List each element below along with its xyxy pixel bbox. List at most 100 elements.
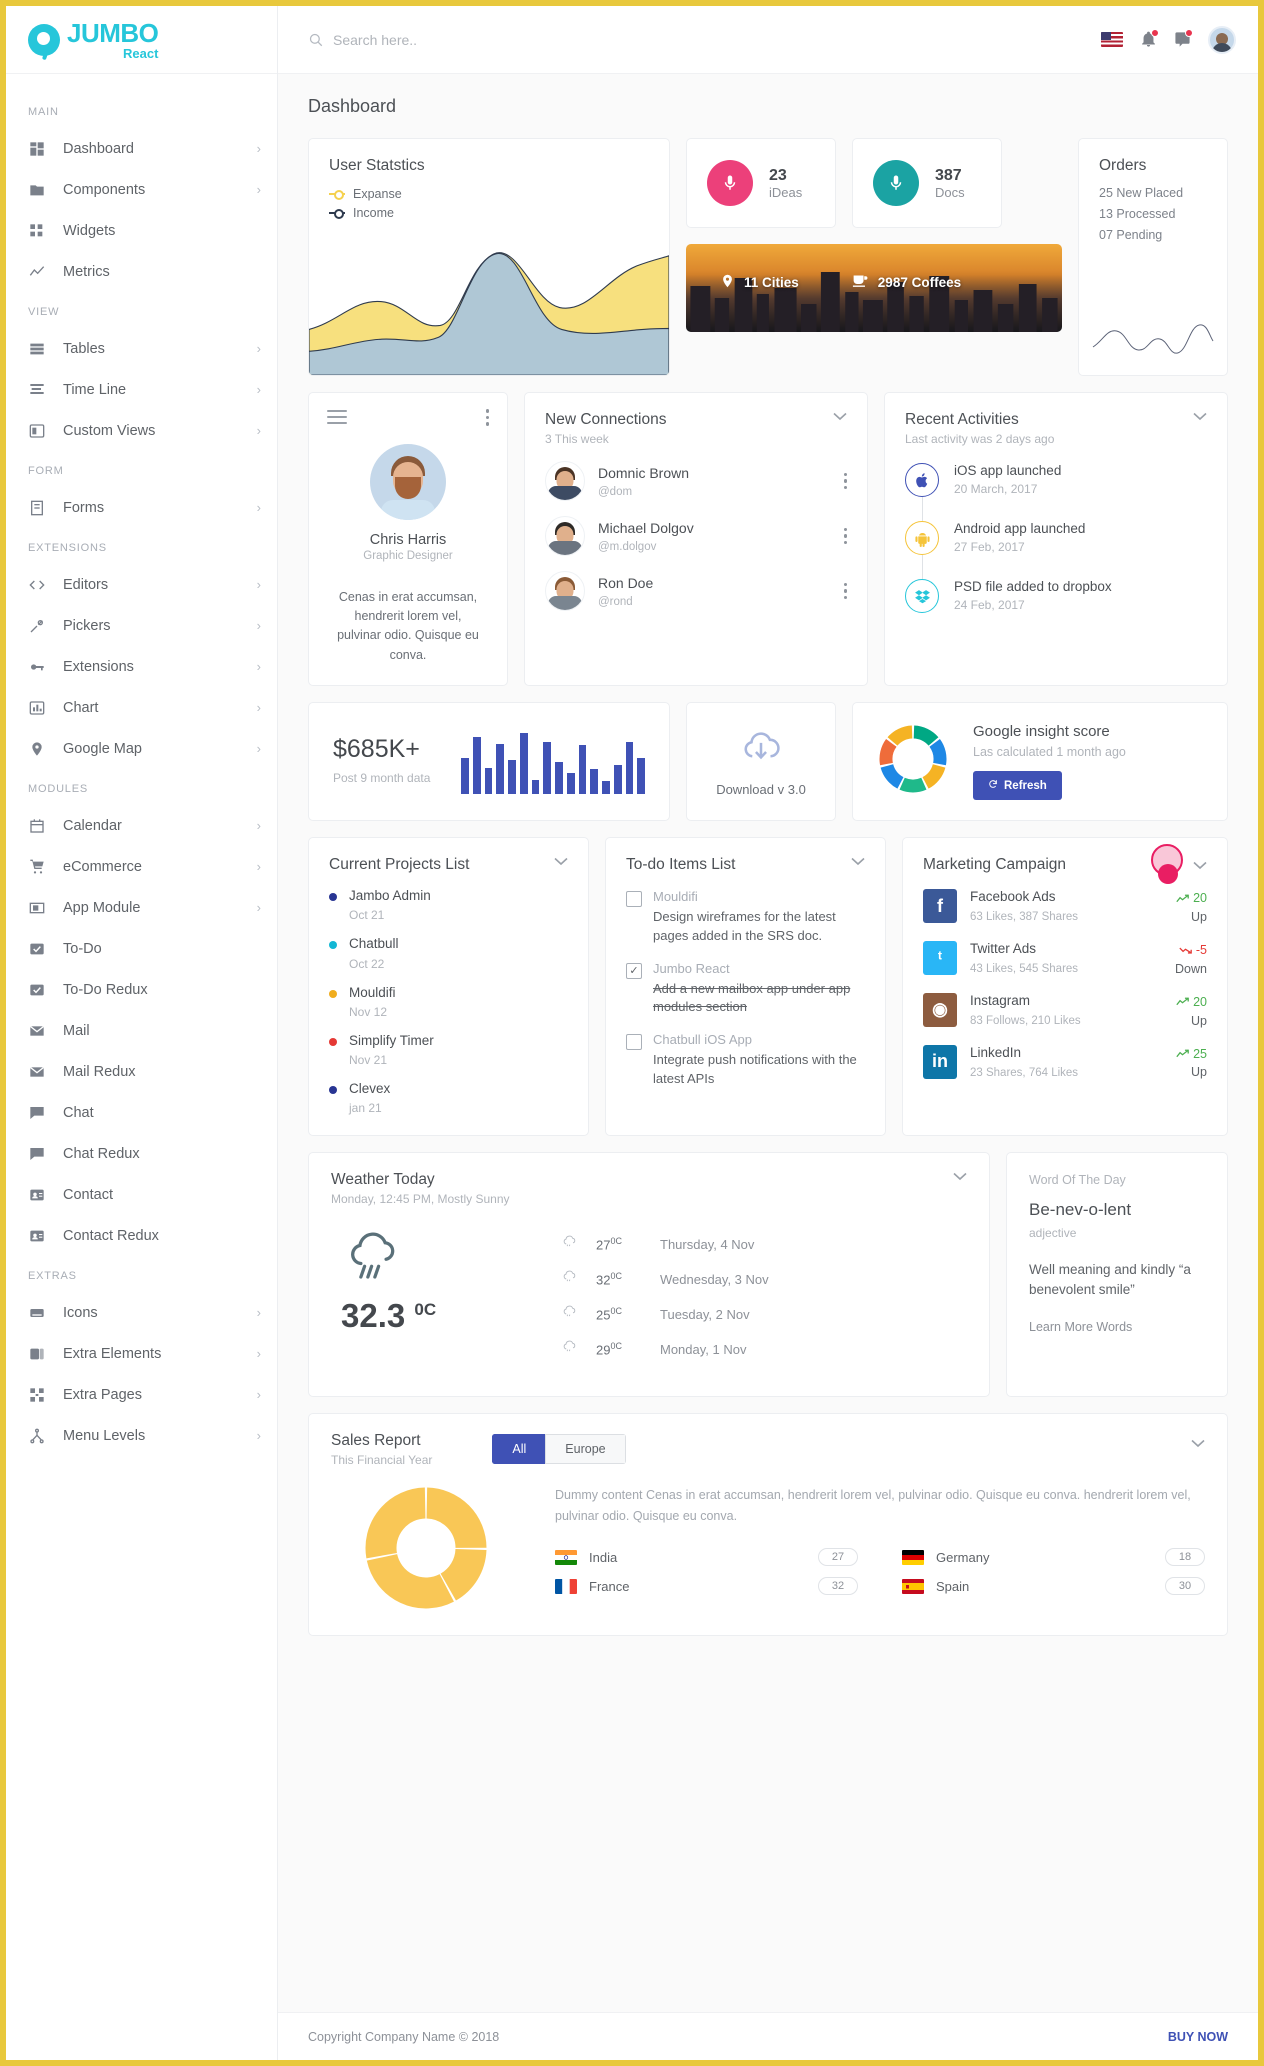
- kebab-menu-icon[interactable]: [843, 527, 847, 545]
- sidebar-item-to-do[interactable]: To-Do: [6, 928, 277, 969]
- sidebar-item-dashboard[interactable]: Dashboard ›: [6, 128, 277, 169]
- brand-logo[interactable]: JUMBO React: [6, 6, 277, 74]
- chevron-down-icon[interactable]: [1191, 1438, 1205, 1450]
- project-row[interactable]: Simplify Timer Nov 21: [329, 1033, 568, 1067]
- chevron-down-icon[interactable]: [554, 856, 568, 868]
- sidebar-item-editors[interactable]: Editors ›: [6, 564, 277, 605]
- marketing-row[interactable]: ᵗ Twitter Ads 43 Likes, 545 Shares -5 Down: [923, 941, 1207, 978]
- ideas-label: iDeas: [769, 185, 803, 201]
- marketing-delta-value: 25: [1193, 1046, 1207, 1061]
- cart-icon: [28, 858, 46, 876]
- user-avatar[interactable]: [1208, 25, 1236, 54]
- sidebar-item-mail-redux[interactable]: Mail Redux: [6, 1051, 277, 1092]
- tab-europe[interactable]: Europe: [545, 1434, 626, 1465]
- sidebar-item-contact-redux[interactable]: Contact Redux: [6, 1215, 277, 1256]
- kebab-menu-icon[interactable]: [843, 472, 847, 490]
- project-row[interactable]: Clevex jan 21: [329, 1081, 568, 1115]
- sidebar-item-mail[interactable]: Mail: [6, 1010, 277, 1051]
- download-card[interactable]: Download v 3.0: [686, 702, 836, 822]
- marketing-row[interactable]: f Facebook Ads 63 Likes, 387 Shares 20 Up: [923, 889, 1207, 926]
- sidebar-item-extra-pages[interactable]: Extra Pages ›: [6, 1374, 277, 1415]
- revenue-bar: [637, 758, 645, 794]
- search-box[interactable]: [308, 31, 1101, 48]
- marketing-row[interactable]: ◉ Instagram 83 Follows, 210 Likes 20 Up: [923, 992, 1207, 1030]
- chevron-down-icon[interactable]: [833, 411, 847, 423]
- sidebar-item-chat-redux[interactable]: Chat Redux: [6, 1133, 277, 1174]
- sidebar-item-app-module[interactable]: App Module ›: [6, 887, 277, 928]
- message-icon[interactable]: [1174, 29, 1193, 48]
- row-lists: Current Projects List Jambo Admin Oct 21 C…: [308, 837, 1228, 1137]
- rain-cloud-icon: [341, 1232, 405, 1288]
- marketing-row[interactable]: in LinkedIn 23 Shares, 764 Likes 25 Up: [923, 1044, 1207, 1082]
- todo-row[interactable]: ✓ Jumbo React Add a new mailbox app under …: [626, 961, 865, 1018]
- connection-row[interactable]: Domnic Brown @dom: [545, 461, 847, 502]
- revenue-bar: [578, 745, 587, 794]
- tab-all[interactable]: All: [492, 1434, 546, 1465]
- todo-row[interactable]: Mouldifi Design wireframes for the latest…: [626, 889, 865, 946]
- sidebar-item-chart[interactable]: Chart ›: [6, 687, 277, 728]
- project-row[interactable]: Chatbull Oct 22: [329, 936, 568, 971]
- sidebar-item-forms[interactable]: Forms ›: [6, 487, 277, 528]
- sidebar-item-extra-elements[interactable]: Extra Elements ›: [6, 1333, 277, 1374]
- sidebar-item-pickers[interactable]: Pickers ›: [6, 605, 277, 646]
- marketing-stat: 83 Follows, 210 Likes: [970, 1015, 1081, 1028]
- search-input[interactable]: [333, 31, 613, 48]
- project-row[interactable]: Jambo Admin Oct 21: [329, 888, 568, 922]
- sidebar-item-tables[interactable]: Tables ›: [6, 328, 277, 369]
- chat-icon: [28, 1104, 46, 1122]
- sales-subtitle: This Financial Year: [331, 1453, 433, 1468]
- chevron-down-icon[interactable]: [1193, 860, 1207, 872]
- sidebar-item-chat[interactable]: Chat: [6, 1092, 277, 1133]
- marketing-name: Twitter Ads: [970, 941, 1037, 957]
- sidebar-item-contact[interactable]: Contact: [6, 1174, 277, 1215]
- sidebar-item-custom-views[interactable]: Custom Views ›: [6, 410, 277, 451]
- sales-donut-segment: [439, 1548, 487, 1601]
- sidebar-item-google-map[interactable]: Google Map ›: [6, 728, 277, 769]
- sidebar-item-menu-levels[interactable]: Menu Levels ›: [6, 1415, 277, 1456]
- refresh-button[interactable]: Refresh: [973, 771, 1062, 801]
- notification-bell-icon[interactable]: [1140, 29, 1159, 48]
- todo-checkbox[interactable]: [626, 1034, 642, 1051]
- donut-segment: [879, 739, 897, 766]
- todo-checkbox[interactable]: ✓: [626, 962, 642, 979]
- country-name: India: [589, 1549, 618, 1565]
- sidebar-item-calendar[interactable]: Calendar ›: [6, 805, 277, 846]
- project-row[interactable]: Mouldifi Nov 12: [329, 985, 568, 1019]
- docs-stat-card[interactable]: 387 Docs: [852, 138, 1002, 228]
- row-sales: Sales Report This Financial Year All Eur…: [308, 1413, 1228, 1637]
- learn-more-words-link[interactable]: Learn More Words: [1029, 1320, 1205, 1334]
- hamburger-icon[interactable]: [327, 410, 347, 425]
- google-insight-donut: [875, 721, 951, 802]
- sidebar-item-components[interactable]: Components ›: [6, 169, 277, 210]
- todo-checkbox[interactable]: [626, 891, 642, 908]
- city-banner-card[interactable]: 11 Cities 2987 Coffees: [686, 244, 1062, 332]
- sidebar-item-label: Google Map: [63, 740, 142, 757]
- todo-description: Add a new mailbox app under app modules …: [653, 980, 851, 1015]
- sidebar-item-widgets[interactable]: Widgets: [6, 210, 277, 251]
- chevron-down-icon[interactable]: [953, 1171, 967, 1183]
- todo-name: Jumbo React: [653, 960, 730, 976]
- linkedin-icon: in: [923, 1044, 957, 1079]
- sidebar-item-metrics[interactable]: Metrics: [6, 251, 277, 292]
- buy-now-link[interactable]: BUY NOW: [1168, 2030, 1228, 2044]
- sidebar-item-time-line[interactable]: Time Line ›: [6, 369, 277, 410]
- sales-donut-segment: [366, 1553, 454, 1609]
- sidebar-item-icons[interactable]: Icons ›: [6, 1292, 277, 1333]
- kebab-menu-icon[interactable]: [485, 409, 489, 426]
- current-projects-card: Current Projects List Jambo Admin Oct 21 C…: [308, 837, 589, 1137]
- ideas-stat-card[interactable]: 23 iDeas: [686, 138, 836, 228]
- sidebar-item-ecommerce[interactable]: eCommerce ›: [6, 846, 277, 887]
- connection-row[interactable]: Michael Dolgov @m.dolgov: [545, 516, 847, 557]
- sidebar-item-to-do-redux[interactable]: To-Do Redux: [6, 969, 277, 1010]
- chevron-down-icon[interactable]: [851, 856, 865, 868]
- activity-title: Android app launched: [954, 521, 1086, 537]
- connection-row[interactable]: Ron Doe @rond: [545, 571, 847, 612]
- todo-row[interactable]: Chatbull iOS App Integrate push notificat…: [626, 1032, 865, 1089]
- dashboard-grid-icon: [28, 140, 46, 158]
- word-of-day-card: Word Of The Day Be-nev-o-lent adjective …: [1006, 1152, 1228, 1398]
- us-flag-icon[interactable]: [1101, 32, 1123, 47]
- sidebar-item-extensions[interactable]: Extensions ›: [6, 646, 277, 687]
- weather-subtitle: Monday, 12:45 PM, Mostly Sunny: [331, 1192, 510, 1207]
- kebab-menu-icon[interactable]: [843, 582, 847, 600]
- chevron-down-icon[interactable]: [1193, 411, 1207, 423]
